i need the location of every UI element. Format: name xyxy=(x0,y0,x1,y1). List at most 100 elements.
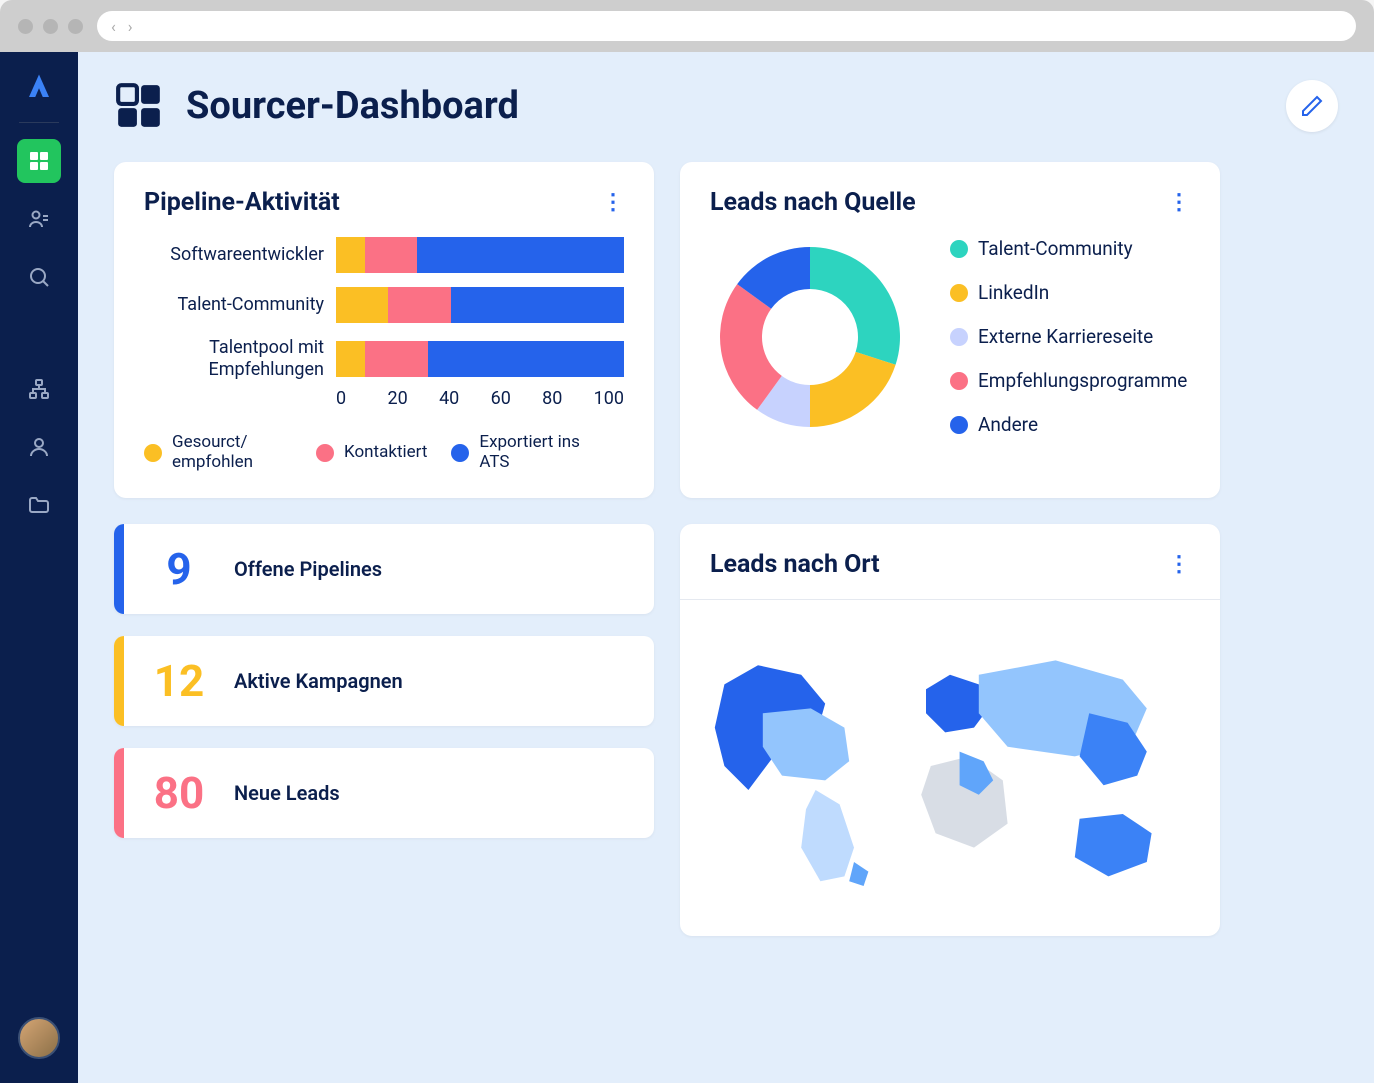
sidebar xyxy=(0,52,78,1083)
legend-label: Externe Karriereseite xyxy=(978,326,1153,348)
card-menu-button[interactable]: ⋮ xyxy=(1168,190,1190,215)
card-title: Leads nach Ort xyxy=(710,550,880,579)
donut-segment xyxy=(810,352,896,427)
legend-dot-icon xyxy=(144,444,162,462)
stat-label: Offene Pipelines xyxy=(234,557,382,581)
app-logo-icon[interactable] xyxy=(24,72,54,106)
card-title: Pipeline-Aktivität xyxy=(144,188,340,217)
org-chart-icon xyxy=(27,377,51,401)
bar-label: Talentpool mit Empfehlungen xyxy=(144,337,324,380)
legend-label: Exportiert ins ATS xyxy=(479,433,599,472)
bar-segment xyxy=(336,237,365,273)
pipeline-activity-card: Pipeline-Aktivität ⋮ SoftwareentwicklerT… xyxy=(114,162,654,498)
browser-chrome: ‹ › xyxy=(0,0,1374,52)
sidebar-item-people[interactable] xyxy=(17,197,61,241)
bar-track xyxy=(336,237,624,273)
bar-segment xyxy=(451,287,624,323)
page-title: Sourcer-Dashboard xyxy=(186,84,519,128)
bar-segment xyxy=(417,237,624,273)
legend-item: Kontaktiert xyxy=(316,433,427,472)
axis-tick: 80 xyxy=(542,388,594,409)
card-title: Leads nach Quelle xyxy=(710,188,916,217)
sidebar-item-files[interactable] xyxy=(17,483,61,527)
legend-dot-icon xyxy=(950,328,968,346)
stat-accent xyxy=(114,748,124,838)
grid-icon xyxy=(27,149,51,173)
card-menu-button[interactable]: ⋮ xyxy=(1168,552,1190,577)
legend-dot-icon xyxy=(451,444,469,462)
leads-by-location-card: Leads nach Ort ⋮ xyxy=(680,524,1220,936)
stat-accent xyxy=(114,636,124,726)
bar-segment xyxy=(365,237,417,273)
axis-tick: 40 xyxy=(439,388,491,409)
stat-card[interactable]: 12Aktive Kampagnen xyxy=(114,636,654,726)
page-header: Sourcer-Dashboard xyxy=(114,80,1338,132)
legend-dot-icon xyxy=(950,284,968,302)
bar-segment xyxy=(388,287,451,323)
stat-accent xyxy=(114,524,124,614)
search-icon xyxy=(27,265,51,289)
legend-item: Exportiert ins ATS xyxy=(451,433,599,472)
stat-label: Aktive Kampagnen xyxy=(234,669,403,693)
nav-arrows-icon[interactable]: ‹ › xyxy=(111,17,137,36)
legend-label: Empfehlungsprogramme xyxy=(978,370,1187,392)
close-window-icon[interactable] xyxy=(18,19,33,34)
barchart-legend: Gesourct/ empfohlen Kontaktiert Exportiert… xyxy=(144,433,624,472)
leads-by-source-card: Leads nach Quelle ⋮ Talent-Community Link… xyxy=(680,162,1220,498)
legend-dot-icon xyxy=(316,444,334,462)
stat-value: 12 xyxy=(124,655,234,707)
minimize-window-icon[interactable] xyxy=(43,19,58,34)
dashboard-icon xyxy=(114,81,164,131)
barchart-axis: 020406080100 xyxy=(336,388,624,409)
divider xyxy=(19,122,59,123)
bar-track xyxy=(336,287,624,323)
folder-icon xyxy=(27,493,51,517)
world-map xyxy=(710,626,1190,906)
stat-card[interactable]: 9Offene Pipelines xyxy=(114,524,654,614)
person-icon xyxy=(27,435,51,459)
bar-track xyxy=(336,341,624,377)
bar-row: Talentpool mit Empfehlungen xyxy=(144,337,624,380)
axis-tick: 0 xyxy=(336,388,388,409)
legend-item: LinkedIn xyxy=(950,282,1187,304)
sidebar-item-org[interactable] xyxy=(17,367,61,411)
legend-label: LinkedIn xyxy=(978,282,1049,304)
legend-label: Andere xyxy=(978,414,1038,436)
legend-dot-icon xyxy=(950,416,968,434)
stats-column: 9Offene Pipelines 12Aktive Kampagnen 80Neu… xyxy=(114,524,654,936)
user-avatar[interactable] xyxy=(18,1017,60,1059)
pencil-icon xyxy=(1300,94,1324,118)
axis-tick: 20 xyxy=(388,388,440,409)
legend-item: Andere xyxy=(950,414,1187,436)
window-controls xyxy=(18,19,83,34)
barchart: SoftwareentwicklerTalent-CommunityTalent… xyxy=(144,237,624,380)
axis-tick: 100 xyxy=(594,388,624,409)
legend-item: Gesourct/ empfohlen xyxy=(144,433,292,472)
bar-segment xyxy=(336,341,365,377)
stat-value: 9 xyxy=(124,543,234,595)
stat-label: Neue Leads xyxy=(234,781,340,805)
stat-card[interactable]: 80Neue Leads xyxy=(114,748,654,838)
bar-segment xyxy=(336,287,388,323)
stat-value: 80 xyxy=(124,767,234,819)
sidebar-item-search[interactable] xyxy=(17,255,61,299)
legend-label: Gesourct/ empfohlen xyxy=(172,433,292,472)
sidebar-item-dashboard[interactable] xyxy=(17,139,61,183)
person-lines-icon xyxy=(27,207,51,231)
divider xyxy=(680,599,1220,600)
legend-item: Externe Karriereseite xyxy=(950,326,1187,348)
legend-label: Kontaktiert xyxy=(344,443,427,463)
axis-tick: 60 xyxy=(491,388,543,409)
sidebar-item-profile[interactable] xyxy=(17,425,61,469)
donut-legend: Talent-Community LinkedIn Externe Karriere… xyxy=(950,238,1187,435)
url-bar[interactable]: ‹ › xyxy=(97,11,1356,41)
maximize-window-icon[interactable] xyxy=(68,19,83,34)
bar-segment xyxy=(428,341,624,377)
card-menu-button[interactable]: ⋮ xyxy=(602,190,624,215)
edit-button[interactable] xyxy=(1286,80,1338,132)
legend-dot-icon xyxy=(950,240,968,258)
donut-chart xyxy=(710,237,910,437)
donut-segment xyxy=(810,247,900,365)
legend-item: Talent-Community xyxy=(950,238,1187,260)
bar-label: Talent-Community xyxy=(144,294,324,316)
